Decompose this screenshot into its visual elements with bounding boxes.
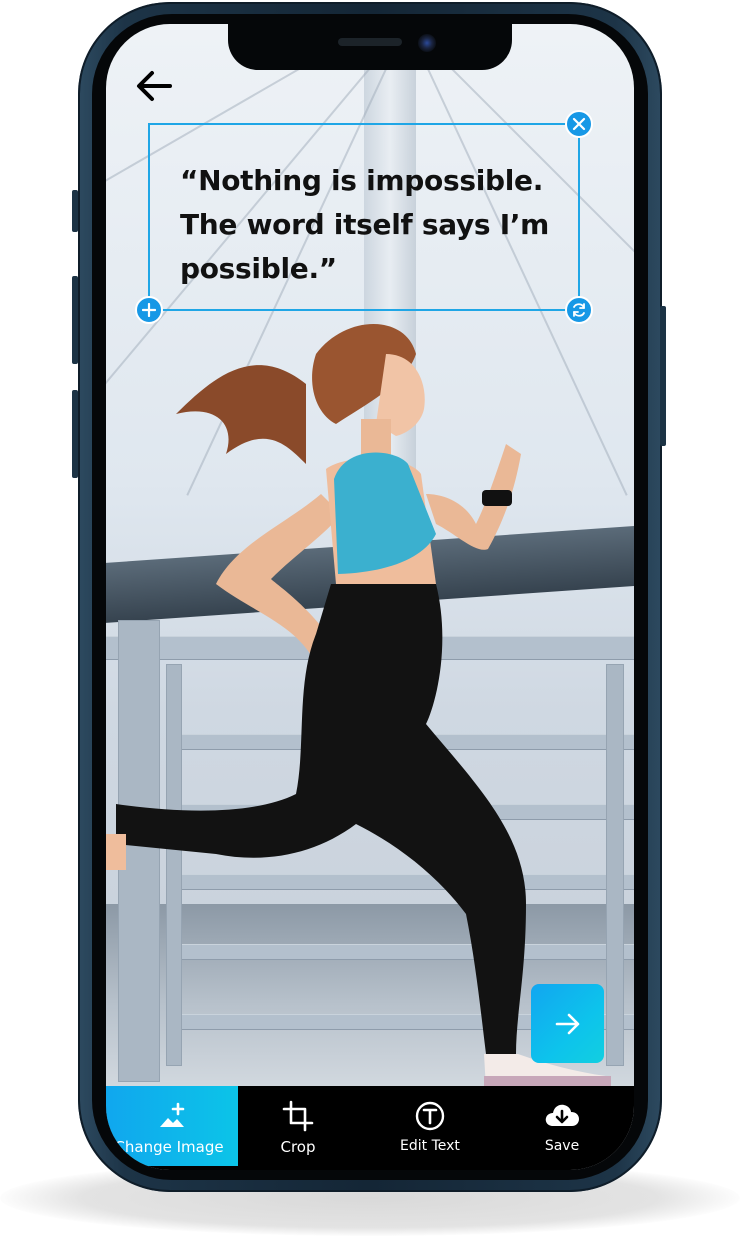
tool-label: Edit Text <box>400 1138 460 1154</box>
text-icon <box>415 1101 445 1131</box>
quote-text-box[interactable]: “Nothing is impossible. The word itself … <box>135 110 593 324</box>
back-button[interactable] <box>132 66 176 106</box>
volume-down-button <box>72 390 78 478</box>
quote-text[interactable]: “Nothing is impossible. The word itself … <box>180 159 560 291</box>
rotate-text-handle[interactable] <box>565 296 593 324</box>
remove-text-handle[interactable] <box>565 110 593 138</box>
next-button[interactable] <box>531 984 604 1063</box>
power-button <box>660 306 666 446</box>
phone-notch <box>228 24 512 70</box>
edit-text-button[interactable]: Edit Text <box>364 1086 496 1166</box>
crop-button[interactable]: Crop <box>232 1086 364 1166</box>
bottom-toolbar: Change Image Crop Edit Text Save <box>106 1086 634 1170</box>
tool-label: Save <box>544 1138 580 1154</box>
close-icon <box>572 117 586 131</box>
plus-icon <box>142 303 156 317</box>
app-screen: “Nothing is impossible. The word itself … <box>106 24 634 1170</box>
cloud-download-icon <box>545 1104 579 1126</box>
mute-switch <box>72 190 78 232</box>
tool-label: Crop <box>280 1138 316 1156</box>
change-image-button[interactable]: Change Image <box>106 1086 238 1166</box>
arrow-right-icon <box>555 1013 579 1034</box>
add-image-icon <box>160 1102 185 1127</box>
tool-label: Change Image <box>114 1138 224 1156</box>
save-button[interactable]: Save <box>496 1086 628 1166</box>
add-text-handle[interactable] <box>135 296 163 324</box>
crop-icon <box>282 1100 314 1132</box>
volume-up-button <box>72 276 78 364</box>
rotate-icon <box>573 303 585 317</box>
arrow-left-icon <box>137 71 172 101</box>
earpiece-speaker <box>338 38 402 46</box>
front-camera <box>418 34 436 52</box>
